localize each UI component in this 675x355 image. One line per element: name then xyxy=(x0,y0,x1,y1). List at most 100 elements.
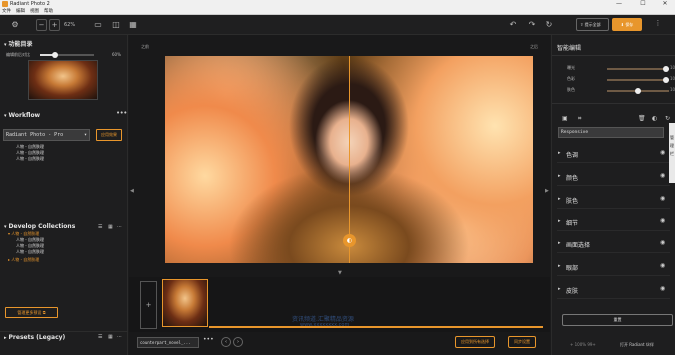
zoom-out-button[interactable]: − xyxy=(36,19,47,31)
compare-icon[interactable]: ◐ xyxy=(652,115,657,122)
develop-collections-header[interactable]: ▾ Develop Collections xyxy=(4,223,75,230)
apply-all-button[interactable]: 应用到所有选择 xyxy=(455,336,495,348)
sync-settings-button[interactable]: 同步设置 xyxy=(508,336,536,348)
apply-effect-button[interactable]: 应用效果 xyxy=(96,129,122,141)
workflow-item[interactable]: 人物 - 自然肤理 xyxy=(16,156,44,162)
grid-view-icon[interactable]: ▦ xyxy=(127,19,139,31)
menu-view[interactable]: 视图 xyxy=(30,8,39,15)
workflow-more-icon[interactable]: ••• xyxy=(116,109,127,117)
menu-bar: 文件 编辑 视图 帮助 xyxy=(0,8,675,15)
eye-icon[interactable]: ◉ xyxy=(660,285,665,292)
category-skin-retouch[interactable]: ▸ 皮肤 ◉ xyxy=(557,281,670,299)
single-view-icon[interactable]: ▭ xyxy=(92,19,104,31)
workflow-header[interactable]: ▾ Workflow xyxy=(4,112,40,119)
list-view-icon[interactable]: ☰ xyxy=(98,224,102,230)
expand-icon: ▸ xyxy=(558,263,561,269)
side-tab-strip[interactable]: 管 理 栏 xyxy=(669,123,675,183)
category-tone[interactable]: ▸ 色调 ◉ xyxy=(557,145,670,163)
window-title: Radiant Photo 2 xyxy=(10,1,50,7)
maximize-button[interactable]: ☐ xyxy=(635,0,651,8)
compare-split-line[interactable] xyxy=(349,56,350,263)
divider xyxy=(552,103,675,104)
collection-item[interactable]: ▸ 人物 - 自然肤理 xyxy=(8,257,39,263)
eye-icon[interactable]: ◉ xyxy=(660,217,665,224)
eye-icon[interactable]: ◉ xyxy=(660,149,665,156)
reset-button[interactable]: 重置 xyxy=(562,314,673,326)
before-label: 之前 xyxy=(141,44,149,49)
right-panel: 智能编辑 曝光 100 色彩 100 肤色 100 ▣ ⌗ 🗑 ◐ ↻ Resp… xyxy=(551,35,675,355)
menu-help[interactable]: 帮助 xyxy=(44,8,53,15)
save-label: 保存 xyxy=(625,22,634,27)
eye-icon[interactable]: ◉ xyxy=(660,262,665,269)
adjust-slider-thumb[interactable] xyxy=(662,77,669,83)
adjust-label: 肤色 xyxy=(567,87,575,92)
adjust-value: 100 xyxy=(670,65,675,70)
grid-icon[interactable]: ▦ xyxy=(108,334,113,340)
minimize-button[interactable]: — xyxy=(611,0,627,8)
file-more-icon[interactable]: ••• xyxy=(203,336,214,343)
eye-icon[interactable]: ◉ xyxy=(660,172,665,179)
adjust-slider[interactable] xyxy=(607,88,669,94)
feature-catalog-title: 功能目录 xyxy=(8,41,33,48)
crop-icon[interactable]: ⌗ xyxy=(578,115,581,123)
redo-icon[interactable]: ↷ xyxy=(526,19,538,31)
feature-catalog-header[interactable]: ▾ 功能目录 xyxy=(4,39,33,48)
category-eyes[interactable]: ▸ 眼部 ◉ xyxy=(557,258,670,276)
collapse-left-panel-icon[interactable]: ◀ xyxy=(130,188,134,194)
undo-icon[interactable]: ↶ xyxy=(507,19,519,31)
compare-slider-thumb[interactable] xyxy=(51,52,58,58)
eye-icon[interactable]: ◉ xyxy=(660,239,665,246)
open-companion-link[interactable]: 打开 Radiant 伙伴 xyxy=(620,342,654,348)
category-color[interactable]: ▸ 颜色 ◉ xyxy=(557,168,670,186)
filmstrip-progress xyxy=(209,326,543,328)
menu-file[interactable]: 文件 xyxy=(2,8,11,15)
file-tab[interactable]: counterpart_novel_... xyxy=(137,337,199,348)
delete-icon[interactable]: 🗑 xyxy=(638,115,646,122)
next-icon[interactable]: › xyxy=(233,337,243,347)
eye-icon[interactable]: ◉ xyxy=(660,195,665,202)
list-view-icon[interactable]: ☰ xyxy=(98,334,102,340)
category-label: 眼部 xyxy=(566,265,579,272)
collapse-filmstrip-icon[interactable]: ▼ xyxy=(338,270,342,276)
menu-edit[interactable]: 编辑 xyxy=(16,8,25,15)
divider xyxy=(552,55,675,56)
previous-icon[interactable]: ‹ xyxy=(221,337,231,347)
category-skin[interactable]: ▸ 肤色 ◉ xyxy=(557,191,670,209)
adjust-slider[interactable] xyxy=(607,66,669,72)
save-button[interactable]: ⬇ 保存 xyxy=(612,18,642,31)
zoom-status: + 100% 99+ xyxy=(570,342,596,347)
presets-legacy-header[interactable]: ▸ Presets (Legacy) xyxy=(4,334,65,341)
preset-select[interactable]: Responsive xyxy=(558,127,664,138)
zoom-in-button[interactable]: + xyxy=(49,19,60,31)
adjust-label: 色彩 xyxy=(567,76,575,81)
adjust-row-skin: 肤色 100 xyxy=(567,87,675,95)
collapse-arrow-icon: ▾ xyxy=(4,224,7,230)
manage-presets-button[interactable]: 管理更多预设 ⧉ xyxy=(5,307,58,318)
image-icon[interactable]: ▣ xyxy=(562,115,568,122)
split-handle-icon[interactable]: ◐ xyxy=(343,234,356,247)
adjust-slider[interactable] xyxy=(607,77,669,83)
workflow-select[interactable]: Radiant Photo - Pro ▾ xyxy=(3,129,90,141)
export-button[interactable]: ⇪ 提示全部 xyxy=(576,18,609,31)
category-selection[interactable]: ▸ 画面选择 ◉ xyxy=(557,235,670,253)
add-image-button[interactable]: + xyxy=(140,281,157,329)
close-button[interactable]: ✕ xyxy=(657,0,673,8)
collection-item[interactable]: 人物 - 自然肤理 xyxy=(16,249,44,255)
collapse-right-panel-icon[interactable]: ▶ xyxy=(545,188,549,194)
reset-icon[interactable]: ↻ xyxy=(665,115,670,122)
filmstrip-thumbnail[interactable] xyxy=(162,279,208,327)
more-options-icon[interactable]: ⋮ xyxy=(648,18,668,31)
category-detail[interactable]: ▸ 细节 ◉ xyxy=(557,213,670,231)
collection-more-icon[interactable]: ⋯ xyxy=(117,224,122,230)
main-photo[interactable]: ◐ xyxy=(165,56,533,263)
split-view-icon[interactable]: ◫ xyxy=(110,19,122,31)
adjust-slider-thumb[interactable] xyxy=(635,88,641,94)
adjust-slider-thumb[interactable] xyxy=(662,66,669,72)
presets-more-icon[interactable]: ⋯ xyxy=(117,334,122,340)
category-label: 画面选择 xyxy=(566,242,591,249)
compare-slider[interactable] xyxy=(40,52,94,58)
bottom-bar: counterpart_novel_... ••• ‹ › 应用到所有选择 同步… xyxy=(129,332,550,355)
grid-icon[interactable]: ▦ xyxy=(108,224,113,230)
settings-icon[interactable]: ⚙ xyxy=(9,19,21,31)
refresh-icon[interactable]: ↻ xyxy=(543,19,555,31)
